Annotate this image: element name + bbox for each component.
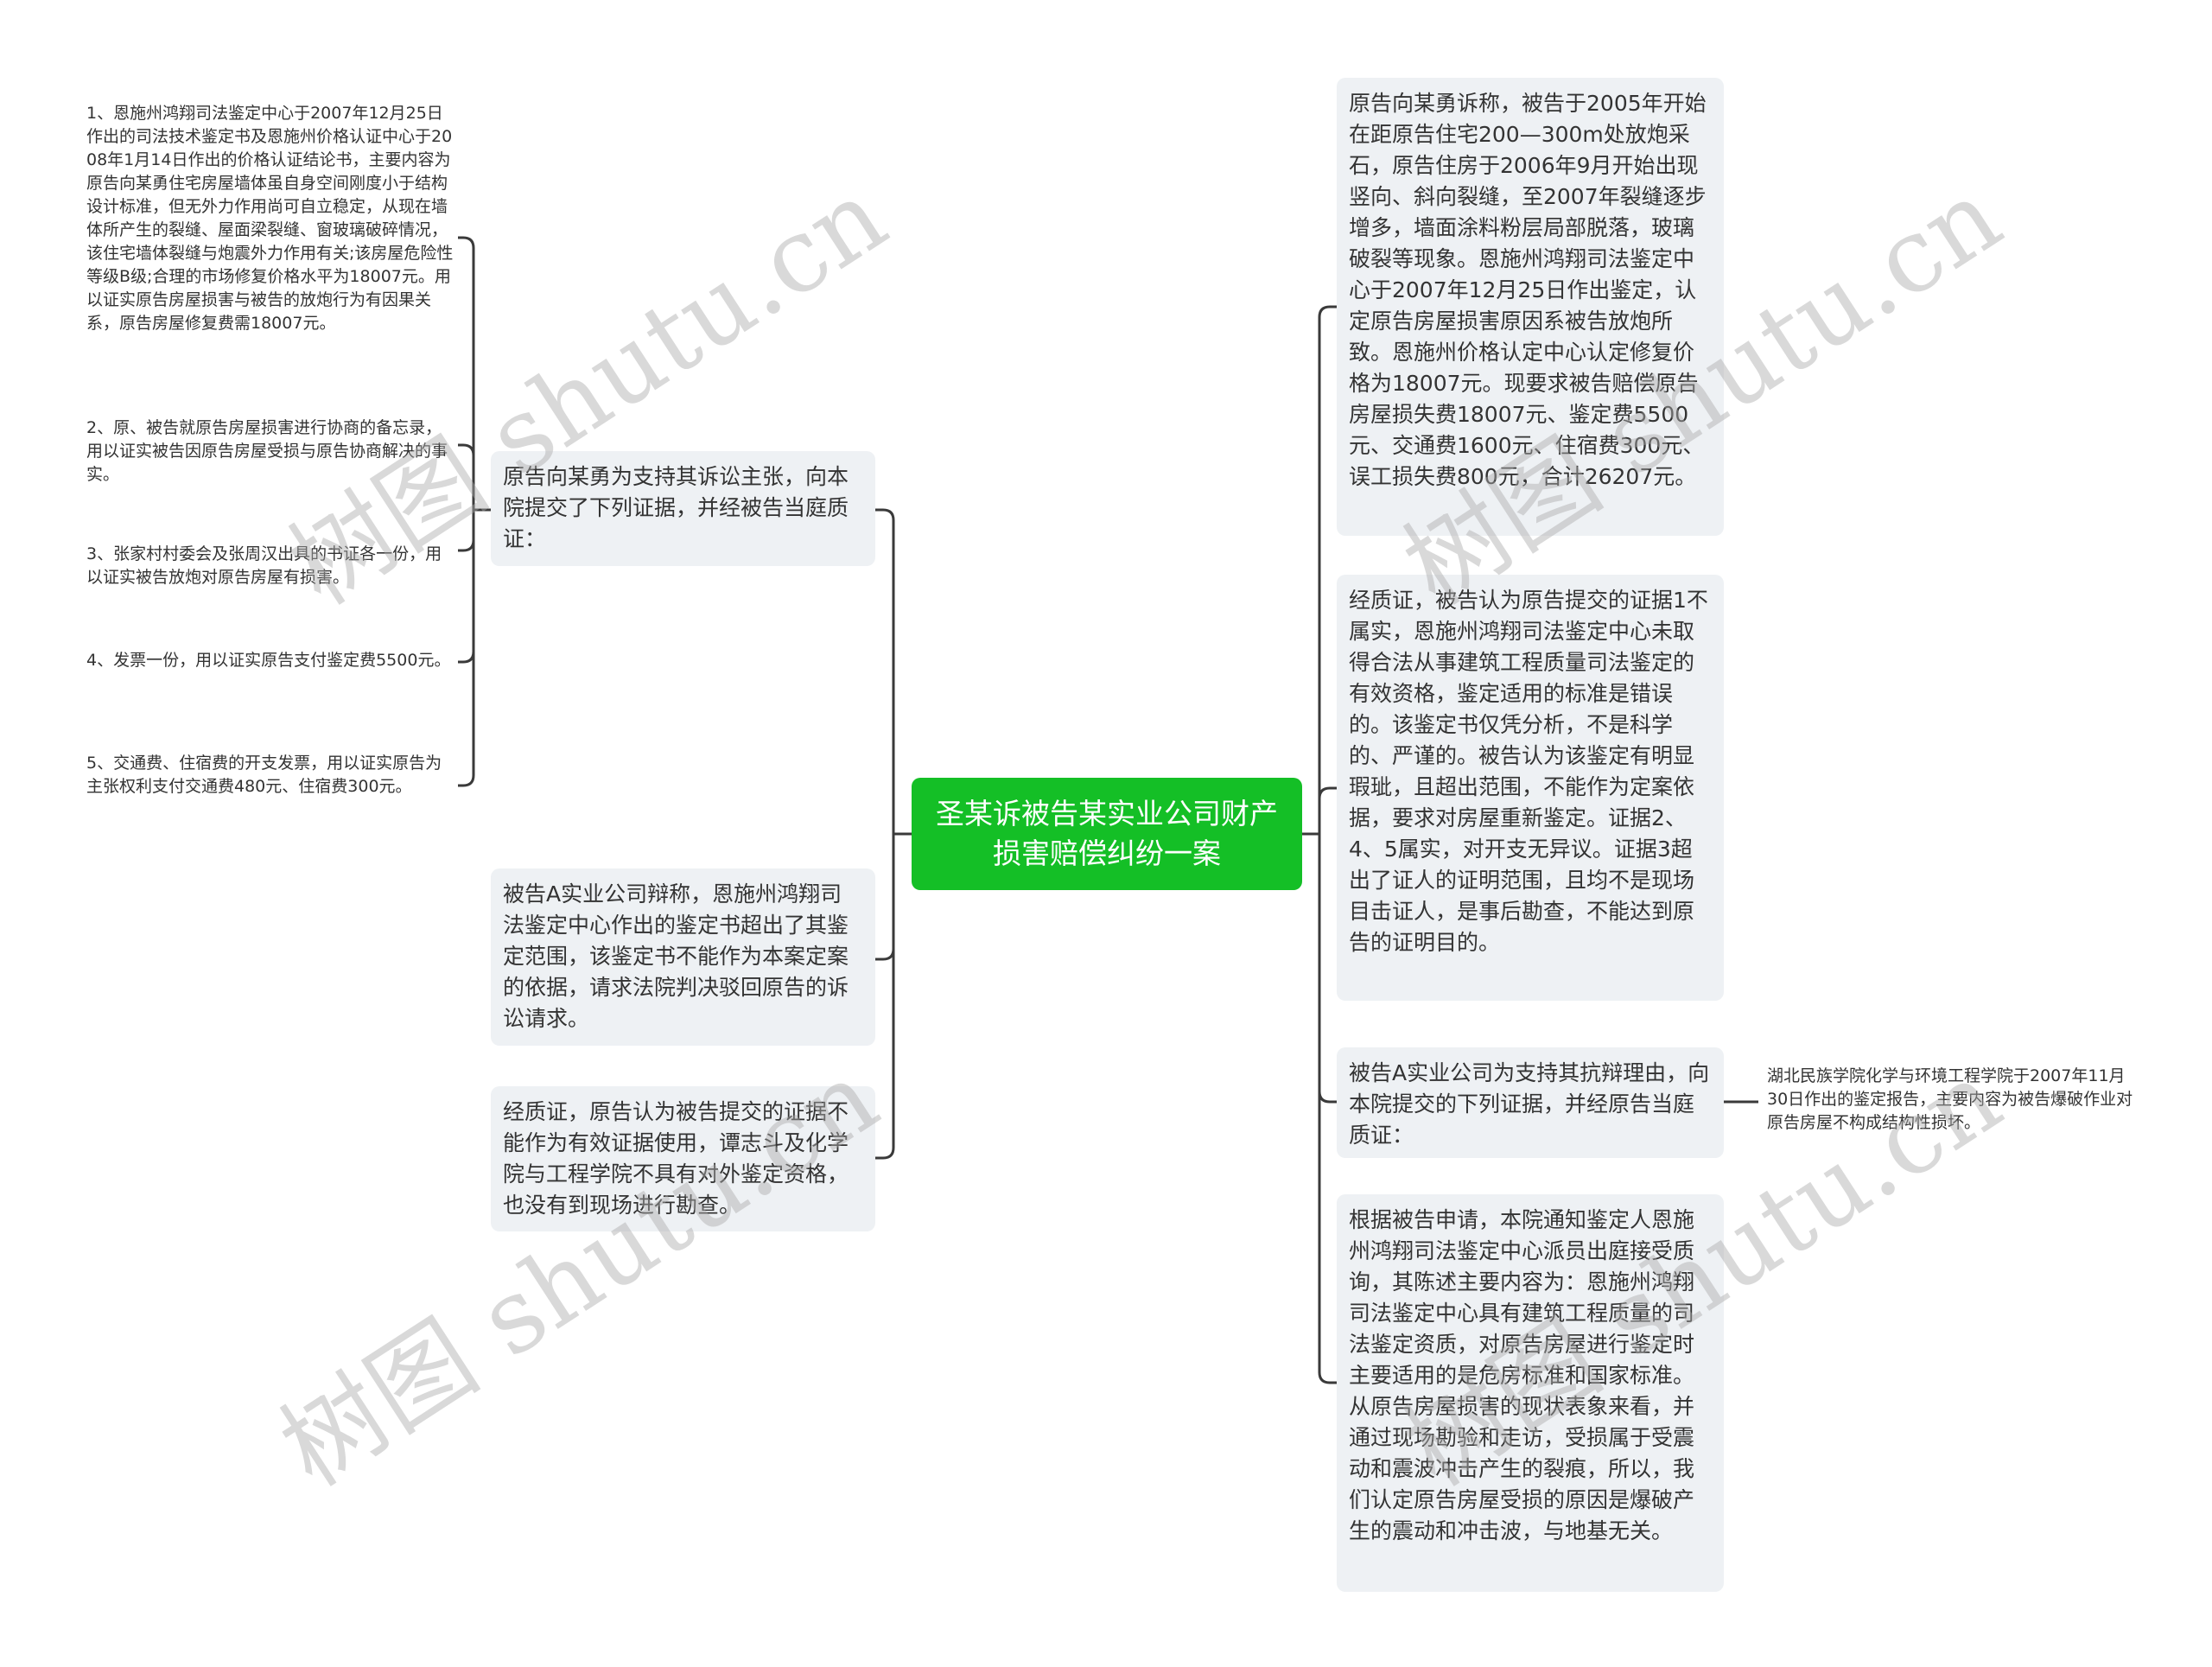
leaf-defendant-evidence-1[interactable]: 湖北民族学院化学与环境工程学院于2007年11月30日作出的鉴定报告，主要内容为… bbox=[1767, 1065, 2134, 1135]
leaf-evidence-1[interactable]: 1、恩施州鸿翔司法鉴定中心于2007年12月25日作出的司法技术鉴定书及恩施州价… bbox=[86, 102, 454, 335]
connector-evidence-bracket bbox=[458, 236, 475, 787]
node-plaintiff-evidence-label: 原告向某勇为支持其诉讼主张，向本院提交了下列证据，并经被告当庭质证： bbox=[503, 464, 849, 551]
node-defendant-evidence[interactable]: 被告A实业公司为支持其抗辩理由，向本院提交的下列证据，并经原告当庭质证： bbox=[1337, 1047, 1724, 1158]
mindmap-canvas: 圣某诉被告某实业公司财产损害赔偿纠纷一案 原告向某勇为支持其诉讼主张，向本院提交… bbox=[0, 0, 2212, 1667]
root-topic[interactable]: 圣某诉被告某实业公司财产损害赔偿纠纷一案 bbox=[912, 778, 1302, 890]
leaf-evidence-5-text: 5、交通费、住宿费的开支发票，用以证实原告为主张权利支付交通费480元、住宿费3… bbox=[86, 754, 442, 796]
node-plaintiff-cross-exam[interactable]: 经质证，原告认为被告提交的证据不能作为有效证据使用，谭志斗及化学院与工程学院不具… bbox=[491, 1086, 875, 1231]
node-plaintiff-evidence[interactable]: 原告向某勇为支持其诉讼主张，向本院提交了下列证据，并经被告当庭质证： bbox=[491, 451, 875, 566]
node-plaintiff-claim-text: 原告向某勇诉称，被告于2005年开始在距原告住宅200—300m处放炮采石，原告… bbox=[1349, 91, 1707, 489]
node-defendant-defense-text: 被告A实业公司辩称，恩施州鸿翔司法鉴定中心作出的鉴定书超出了其鉴定范围，该鉴定书… bbox=[503, 881, 849, 1031]
connector-left-bracket bbox=[875, 508, 895, 1160]
connector-right-bracket bbox=[1318, 305, 1337, 1384]
leaf-evidence-1-text: 1、恩施州鸿翔司法鉴定中心于2007年12月25日作出的司法技术鉴定书及恩施州价… bbox=[86, 104, 454, 333]
leaf-evidence-2[interactable]: 2、原、被告就原告房屋损害进行协商的备忘录，用以证实被告因原告房屋受损与原告协商… bbox=[86, 417, 454, 487]
root-topic-label: 圣某诉被告某实业公司财产损害赔偿纠纷一案 bbox=[936, 797, 1278, 870]
leaf-evidence-3-text: 3、张家村村委会及张周汉出具的书证各一份，用以证实被告放炮对原告房屋有损害。 bbox=[86, 544, 442, 587]
leaf-defendant-evidence-1-text: 湖北民族学院化学与环境工程学院于2007年11月30日作出的鉴定报告，主要内容为… bbox=[1767, 1066, 2133, 1132]
leaf-evidence-4[interactable]: 4、发票一份，用以证实原告支付鉴定费5500元。 bbox=[86, 649, 454, 672]
node-plaintiff-cross-exam-text: 经质证，原告认为被告提交的证据不能作为有效证据使用，谭志斗及化学院与工程学院不具… bbox=[503, 1099, 849, 1218]
leaf-evidence-2-text: 2、原、被告就原告房屋损害进行协商的备忘录，用以证实被告因原告房屋受损与原告协商… bbox=[86, 418, 448, 484]
node-defendant-defense[interactable]: 被告A实业公司辩称，恩施州鸿翔司法鉴定中心作出的鉴定书超出了其鉴定范围，该鉴定书… bbox=[491, 868, 875, 1046]
node-defendant-cross-exam-text: 经质证，被告认为原告提交的证据1不属实，恩施州鸿翔司法鉴定中心未取得合法从事建筑… bbox=[1349, 588, 1708, 955]
node-plaintiff-claim[interactable]: 原告向某勇诉称，被告于2005年开始在距原告住宅200—300m处放炮采石，原告… bbox=[1337, 78, 1724, 536]
node-defendant-cross-exam[interactable]: 经质证，被告认为原告提交的证据1不属实，恩施州鸿翔司法鉴定中心未取得合法从事建筑… bbox=[1337, 575, 1724, 1001]
node-expert-testimony-text: 根据被告申请，本院通知鉴定人恩施州鸿翔司法鉴定中心派员出庭接受质询，其陈述主要内… bbox=[1349, 1207, 1695, 1543]
leaf-evidence-3[interactable]: 3、张家村村委会及张周汉出具的书证各一份，用以证实被告放炮对原告房屋有损害。 bbox=[86, 543, 454, 589]
node-defendant-evidence-label: 被告A实业公司为支持其抗辩理由，向本院提交的下列证据，并经原告当庭质证： bbox=[1349, 1060, 1710, 1148]
leaf-evidence-5[interactable]: 5、交通费、住宿费的开支发票，用以证实原告为主张权利支付交通费480元、住宿费3… bbox=[86, 752, 454, 799]
node-expert-testimony[interactable]: 根据被告申请，本院通知鉴定人恩施州鸿翔司法鉴定中心派员出庭接受质询，其陈述主要内… bbox=[1337, 1194, 1724, 1592]
leaf-evidence-4-text: 4、发票一份，用以证实原告支付鉴定费5500元。 bbox=[86, 651, 451, 670]
